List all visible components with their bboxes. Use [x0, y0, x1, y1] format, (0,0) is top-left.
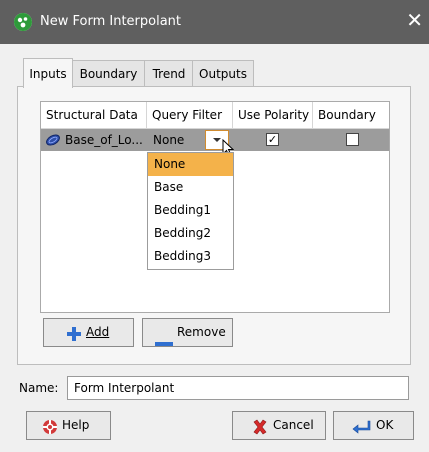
- cancel-button[interactable]: Cancel: [232, 411, 326, 440]
- add-button-label: Add: [86, 319, 109, 346]
- check-mark-icon: ✓: [267, 133, 278, 146]
- dropdown-option-bedding3[interactable]: Bedding3: [148, 245, 233, 268]
- title-bar: New Form Interpolant ✕: [0, 0, 429, 44]
- structural-data-cell: Base_of_Lo...: [65, 133, 143, 147]
- ok-button-label: OK: [376, 418, 394, 432]
- use-polarity-checkbox[interactable]: ✓: [266, 133, 279, 146]
- close-icon[interactable]: ✕: [406, 10, 423, 30]
- tab-outputs-label: Outputs: [199, 67, 247, 81]
- tab-trend-label: Trend: [152, 67, 186, 81]
- help-button-label: Help: [62, 418, 90, 432]
- dataset-icon: [45, 132, 61, 148]
- name-label: Name:: [19, 381, 59, 395]
- cancel-x-icon: [252, 418, 268, 445]
- cancel-button-label: Cancel: [273, 418, 314, 432]
- name-input[interactable]: Form Interpolant: [67, 376, 409, 400]
- tab-trend[interactable]: Trend: [144, 60, 194, 87]
- column-header-boundary-filter[interactable]: Boundary filter: [313, 102, 389, 149]
- table-row[interactable]: Base_of_Lo... None ✓: [41, 129, 389, 157]
- remove-button-label: Remove: [177, 325, 226, 339]
- column-header-query-filter[interactable]: Query Filter: [147, 102, 233, 129]
- tab-outputs[interactable]: Outputs: [192, 60, 254, 87]
- column-header-use-polarity[interactable]: Use Polarity: [233, 102, 313, 129]
- plus-icon: [66, 325, 82, 352]
- remove-button[interactable]: Remove: [142, 318, 233, 347]
- column-header-structural-data[interactable]: Structural Data: [41, 102, 147, 129]
- enter-arrow-icon: [352, 418, 372, 445]
- window-title: New Form Interpolant: [40, 14, 182, 29]
- query-filter-dropdown-list: None Base Bedding1 Bedding2 Bedding3: [147, 152, 234, 270]
- add-label-text: Add: [86, 325, 110, 339]
- dropdown-option-base[interactable]: Base: [148, 176, 233, 199]
- tab-boundary-label: Boundary: [79, 67, 138, 81]
- dropdown-option-none[interactable]: None: [148, 153, 233, 176]
- tab-inputs[interactable]: Inputs: [23, 58, 73, 88]
- help-button[interactable]: Help: [26, 411, 111, 440]
- dropdown-option-bedding1[interactable]: Bedding1: [148, 199, 233, 222]
- ok-button[interactable]: OK: [333, 411, 414, 440]
- query-filter-cell[interactable]: None: [153, 129, 203, 151]
- boundary-filter-checkbox[interactable]: [346, 133, 359, 146]
- help-icon: [42, 418, 58, 445]
- tab-boundary[interactable]: Boundary: [71, 60, 146, 87]
- app-icon: [14, 13, 32, 31]
- tab-inputs-label: Inputs: [29, 67, 67, 81]
- dropdown-option-bedding2[interactable]: Bedding2: [148, 222, 233, 245]
- add-button[interactable]: Add: [43, 318, 134, 347]
- minus-icon: [155, 331, 173, 358]
